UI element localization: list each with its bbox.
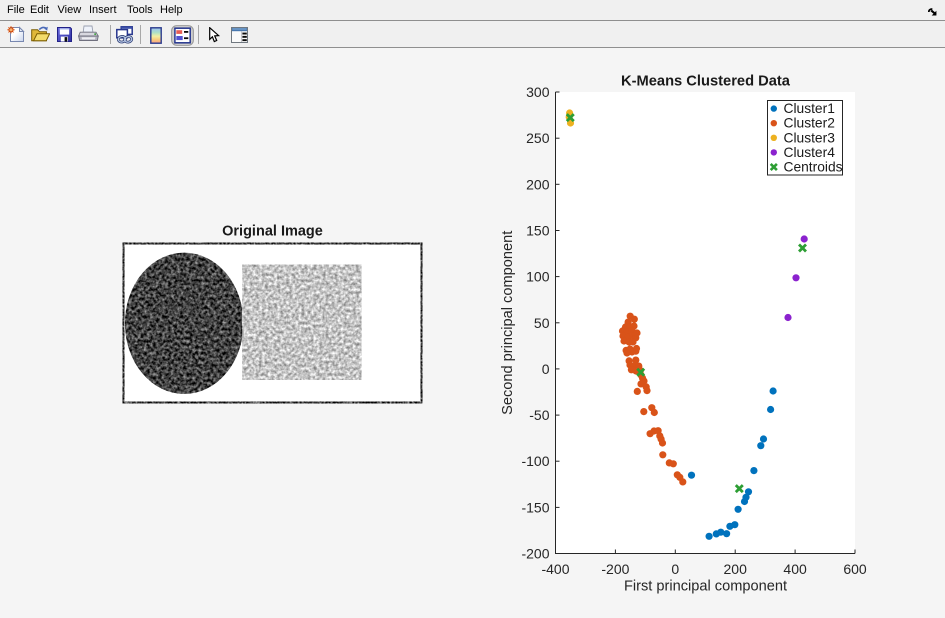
svg-text:200: 200 [526,176,550,192]
svg-text:100: 100 [526,269,550,285]
svg-text:250: 250 [526,130,550,146]
svg-text:-150: -150 [521,499,549,515]
svg-text:0: 0 [671,561,679,577]
svg-text:Centroids: Centroids [784,160,843,175]
svg-text:Cluster4: Cluster4 [784,145,836,160]
svg-text:First principal component: First principal component [624,579,787,595]
svg-text:-400: -400 [541,561,569,577]
svg-text:Cluster3: Cluster3 [784,130,836,145]
svg-text:-100: -100 [521,453,549,469]
svg-text:0: 0 [542,361,550,377]
svg-text:150: 150 [526,223,550,239]
svg-text:300: 300 [526,84,550,100]
svg-text:Second principal component: Second principal component [500,231,516,415]
svg-text:200: 200 [724,561,748,577]
svg-text:K-Means Clustered Data: K-Means Clustered Data [621,74,791,90]
svg-text:-200: -200 [601,561,629,577]
svg-text:-200: -200 [521,546,549,562]
svg-text:50: 50 [534,315,550,331]
svg-text:-50: -50 [529,407,549,423]
svg-text:Cluster1: Cluster1 [784,101,835,116]
svg-text:600: 600 [843,561,867,577]
svg-text:Cluster2: Cluster2 [784,116,835,131]
svg-text:400: 400 [783,561,807,577]
